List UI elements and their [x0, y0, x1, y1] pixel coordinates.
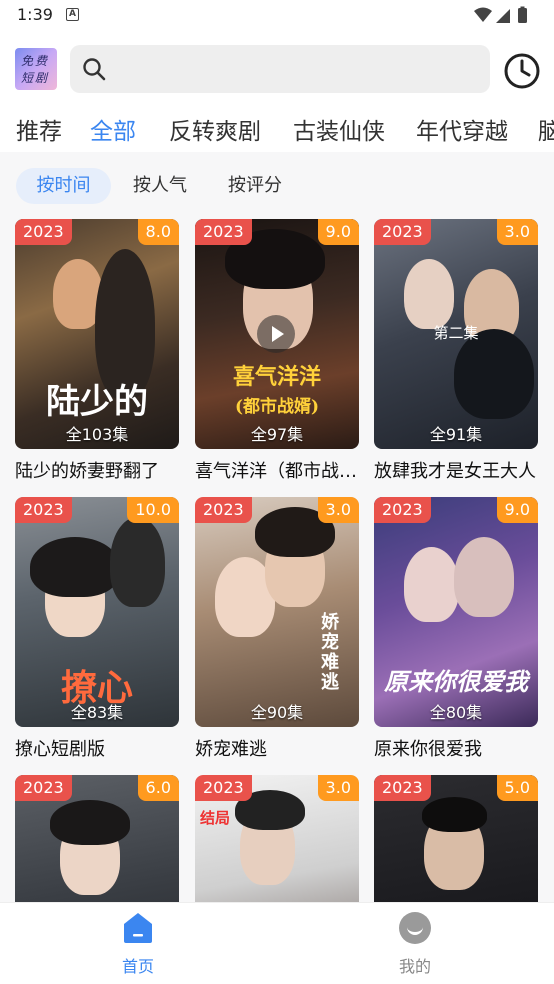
score-badge: 10.0 — [127, 497, 179, 523]
history-clock-icon[interactable] — [503, 52, 541, 90]
tab-reversal[interactable]: 反转爽剧 — [169, 112, 261, 146]
drama-title: 喜气洋洋（都市战婿） — [195, 461, 359, 482]
bottom-nav — [0, 902, 554, 984]
status-time: 1:39 — [17, 5, 53, 24]
search-icon — [83, 58, 106, 81]
year-badge: 2023 — [195, 219, 252, 245]
poster-title-art: 喜气洋洋 — [232, 364, 321, 390]
drama-title: 原来你很爱我 — [374, 739, 482, 760]
drama-card[interactable]: 陆少的 2023 8.0 全103集 陆少的娇妻野翻了 — [15, 219, 179, 487]
episode-count: 全90集 — [250, 703, 304, 722]
tab-era[interactable]: 年代穿越 — [416, 112, 508, 146]
play-icon[interactable] — [257, 315, 295, 353]
poster-subtitle-art: (都市战婿) — [234, 397, 320, 417]
score-badge: 9.0 — [496, 497, 538, 523]
drama-card[interactable]: 第二集 2023 3.0 全91集 放肆我才是女王大人 — [374, 219, 538, 487]
score-badge: 6.0 — [137, 775, 179, 801]
poster-title-art: 陆少的 — [46, 382, 148, 422]
notification-icon: A — [66, 8, 79, 21]
tab-costume[interactable]: 古装仙侠 — [293, 112, 385, 146]
drama-poster[interactable]: 喜气洋洋 (都市战婿) 2023 9.0 全97集 — [195, 219, 359, 449]
year-badge: 2023 — [374, 775, 431, 801]
drama-title: 娇宠难逃 — [195, 739, 267, 760]
episode-count: 全91集 — [429, 425, 483, 444]
wifi-icon — [474, 7, 492, 22]
year-badge: 2023 — [374, 497, 431, 523]
tab-recommend[interactable]: 推荐 — [16, 112, 62, 146]
drama-poster[interactable]: 第二集 2023 3.0 全91集 — [374, 219, 538, 449]
poster-title-art: 娇宠难逃 — [321, 612, 339, 693]
search-input[interactable] — [70, 45, 490, 93]
drama-card[interactable]: 结局 2023 3.0 — [195, 775, 359, 902]
episode-count: 全97集 — [250, 425, 304, 444]
score-badge: 5.0 — [496, 775, 538, 801]
score-badge: 3.0 — [496, 219, 538, 245]
tab-all[interactable]: 全部 — [90, 112, 136, 146]
category-tabs: 推荐 全部 反转爽剧 古装仙侠 年代穿越 脑 — [0, 104, 554, 148]
app-logo: 免费 短剧 — [15, 48, 57, 90]
nav-me-label[interactable]: 我的 — [395, 953, 435, 977]
status-bar: 1:39 A — [0, 0, 554, 30]
drama-poster[interactable]: 原来你很爱我 2023 9.0 全80集 — [374, 497, 538, 727]
score-badge: 8.0 — [137, 219, 179, 245]
drama-title: 撩心短剧版 — [15, 739, 105, 760]
year-badge: 2023 — [195, 497, 252, 523]
drama-poster[interactable]: 撩心 2023 10.0 全83集 — [15, 497, 179, 727]
logo-text-line-1: 免费 — [21, 54, 50, 68]
signal-icon — [496, 9, 510, 23]
smile-icon[interactable] — [399, 912, 431, 944]
drama-title: 放肆我才是女王大人 — [374, 461, 536, 482]
sort-by-time[interactable]: 按时间 — [16, 168, 111, 204]
episode-count: 全103集 — [65, 425, 129, 444]
poster-title-art: 第二集 — [433, 324, 479, 342]
drama-poster[interactable]: 2023 6.0 — [15, 775, 179, 902]
logo-text-line-2: 短剧 — [21, 71, 50, 85]
tab-more[interactable]: 脑 — [538, 112, 554, 146]
episode-count: 全80集 — [429, 703, 483, 722]
drama-card[interactable]: 2023 5.0 — [374, 775, 538, 902]
year-badge: 2023 — [15, 219, 72, 245]
year-badge: 2023 — [374, 219, 431, 245]
drama-poster[interactable]: 娇宠难逃 2023 3.0 全90集 — [195, 497, 359, 727]
drama-poster[interactable]: 结局 2023 3.0 — [195, 775, 359, 902]
year-badge: 2023 — [15, 775, 72, 801]
status-icons — [474, 6, 527, 23]
score-badge: 3.0 — [317, 775, 359, 801]
poster-title-art: 结局 — [199, 809, 230, 827]
drama-card[interactable]: 2023 6.0 — [15, 775, 179, 902]
sort-by-popularity[interactable]: 按人气 — [120, 168, 200, 204]
year-badge: 2023 — [15, 497, 72, 523]
drama-card[interactable]: 娇宠难逃 2023 3.0 全90集 娇宠难逃 — [195, 497, 359, 765]
sort-by-rating[interactable]: 按评分 — [215, 168, 295, 204]
drama-title: 陆少的娇妻野翻了 — [15, 461, 159, 482]
drama-poster[interactable]: 陆少的 2023 8.0 全103集 — [15, 219, 179, 449]
drama-card[interactable]: 喜气洋洋 (都市战婿) 2023 9.0 全97集 喜气洋洋（都市战婿） — [195, 219, 359, 487]
score-badge: 3.0 — [317, 497, 359, 523]
score-badge: 9.0 — [317, 219, 359, 245]
nav-home-label[interactable]: 首页 — [118, 953, 158, 977]
battery-icon — [518, 8, 527, 23]
drama-card[interactable]: 原来你很爱我 2023 9.0 全80集 原来你很爱我 — [374, 497, 538, 765]
drama-poster[interactable]: 2023 5.0 — [374, 775, 538, 902]
year-badge: 2023 — [195, 775, 252, 801]
poster-title-art: 原来你很爱我 — [384, 667, 528, 696]
episode-count: 全83集 — [70, 703, 124, 722]
drama-card[interactable]: 撩心 2023 10.0 全83集 撩心短剧版 — [15, 497, 179, 765]
home-icon[interactable] — [123, 912, 153, 944]
